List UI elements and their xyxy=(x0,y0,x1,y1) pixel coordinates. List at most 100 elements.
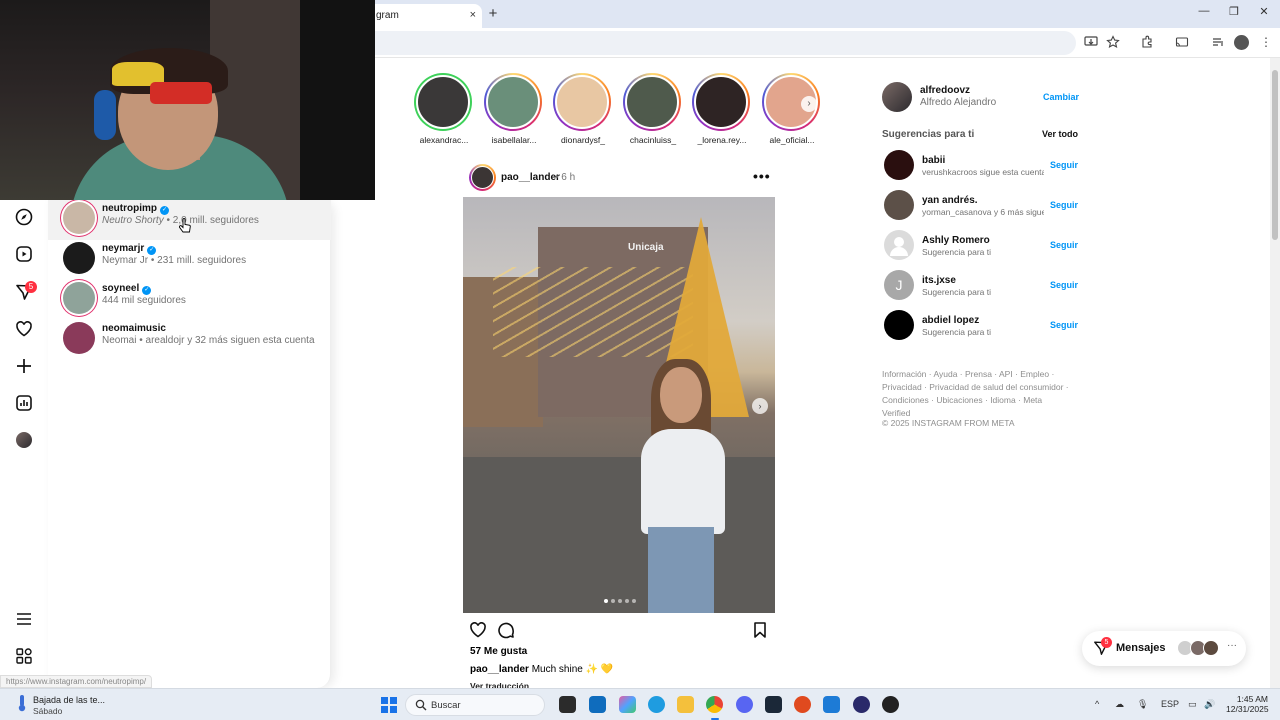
current-account-username[interactable]: alfredoovz xyxy=(920,85,970,96)
story-item[interactable]: alexandrac... xyxy=(414,73,474,145)
search-result-soyneel[interactable]: soyneel ✓ 444 mil seguidores xyxy=(48,280,331,320)
minimize-icon[interactable]: — xyxy=(1196,5,1212,17)
hand-cursor-icon xyxy=(179,218,191,233)
result-avatar xyxy=(63,322,95,354)
story-item[interactable]: isabellalar... xyxy=(484,73,544,145)
suggestion-avatar[interactable] xyxy=(884,310,914,340)
bookmark-star-icon[interactable] xyxy=(1105,35,1121,49)
result-username: neutropimp ✓ xyxy=(102,203,169,215)
obs-app-icon[interactable] xyxy=(853,696,870,713)
vscode-app-icon[interactable] xyxy=(823,696,840,713)
profile-avatar[interactable] xyxy=(16,432,32,448)
like-heart-icon[interactable] xyxy=(469,621,487,639)
result-subtitle: Neymar Jr • 231 mill. seguidores xyxy=(102,255,247,266)
notifications-heart-icon[interactable] xyxy=(14,319,34,339)
follow-button[interactable]: Seguir xyxy=(1050,240,1078,250)
suggestion-username[interactable]: Ashly Romero xyxy=(922,235,990,246)
suggestion-avatar[interactable] xyxy=(884,230,914,260)
discord-app-icon[interactable] xyxy=(736,696,753,713)
post-more-options-icon[interactable]: ••• xyxy=(753,168,771,184)
post-author-username[interactable]: pao__lander xyxy=(501,172,560,183)
address-bar[interactable] xyxy=(360,31,1076,55)
edge-app-icon[interactable] xyxy=(648,696,665,713)
story-item[interactable]: chacinluiss_ xyxy=(623,73,683,145)
carousel-dot xyxy=(618,599,622,603)
result-subtitle: Neomai • arealdojr y 32 más siguen esta … xyxy=(102,335,315,346)
suggestion-username[interactable]: its.jxse xyxy=(922,275,956,286)
extensions-icon[interactable] xyxy=(1139,35,1155,49)
menu-icon[interactable] xyxy=(14,609,34,629)
new-tab-button[interactable]: + xyxy=(486,5,500,22)
dashboard-icon[interactable] xyxy=(14,393,34,413)
steam-app-icon[interactable] xyxy=(765,696,782,713)
onedrive-icon[interactable]: ☁ xyxy=(1115,699,1124,710)
chrome-app-icon[interactable] xyxy=(706,696,723,713)
stories-next-chevron-icon[interactable]: › xyxy=(801,96,817,112)
follow-button[interactable]: Seguir xyxy=(1050,280,1078,290)
file-explorer-icon[interactable] xyxy=(677,696,694,713)
follow-button[interactable]: Seguir xyxy=(1050,160,1078,170)
browser-menu-icon[interactable]: ⋮ xyxy=(1258,35,1274,49)
tray-chevron-icon[interactable]: ^ xyxy=(1095,699,1099,709)
follow-button[interactable]: Seguir xyxy=(1050,200,1078,210)
see-all-suggestions-link[interactable]: Ver todo xyxy=(1042,129,1078,139)
taskbar-search[interactable]: Buscar xyxy=(405,694,545,716)
close-window-icon[interactable]: ✕ xyxy=(1256,5,1272,18)
reels-icon[interactable] xyxy=(14,244,34,264)
weather-title[interactable]: Bajada de las te... xyxy=(33,695,105,705)
messages-button[interactable]: 5 Mensajes ··· xyxy=(1082,631,1246,666)
result-subtitle: 444 mil seguidores xyxy=(102,295,186,306)
follow-button[interactable]: Seguir xyxy=(1050,320,1078,330)
scrollbar-thumb[interactable] xyxy=(1272,70,1278,240)
save-bookmark-icon[interactable] xyxy=(751,621,769,639)
story-item[interactable]: _lorena.rey... xyxy=(692,73,752,145)
suggestion-avatar[interactable] xyxy=(884,190,914,220)
suggestion-avatar[interactable]: J xyxy=(884,270,914,300)
comment-icon[interactable] xyxy=(497,621,515,639)
browser-tab-instagram[interactable]: gram × xyxy=(360,4,482,28)
copilot-app-icon[interactable] xyxy=(619,696,636,713)
media-control-icon[interactable] xyxy=(1210,35,1226,49)
post-likes-count[interactable]: 57 Me gusta xyxy=(470,646,527,657)
story-label: chacinluiss_ xyxy=(629,135,677,145)
suggestion-item: babii verushkacroos sigue esta cuenta Se… xyxy=(884,150,1078,182)
switch-account-link[interactable]: Cambiar xyxy=(1043,92,1079,102)
explore-icon[interactable] xyxy=(14,207,34,227)
app-icon[interactable] xyxy=(882,696,899,713)
post-author-avatar[interactable] xyxy=(469,164,496,191)
page-scrollbar[interactable] xyxy=(1270,58,1280,688)
clock[interactable]: 1:45 AM 12/31/2025 xyxy=(1226,694,1269,714)
windows-start-icon[interactable] xyxy=(381,697,397,713)
caption-text: Much shine ✨ 💛 xyxy=(531,664,614,675)
post-image[interactable]: Unicaja › xyxy=(463,197,775,613)
browser-profile-avatar[interactable] xyxy=(1234,35,1249,50)
verified-badge-icon: ✓ xyxy=(160,206,169,215)
language-indicator[interactable]: ESP xyxy=(1161,699,1179,709)
network-icon[interactable]: ▭ xyxy=(1188,699,1197,710)
create-plus-icon[interactable] xyxy=(14,356,34,376)
story-item[interactable]: dionardysf_ xyxy=(553,73,613,145)
footer-links[interactable]: Información · Ayuda · Prensa · API · Emp… xyxy=(882,368,1072,420)
weather-thermometer-icon[interactable] xyxy=(14,694,30,712)
volume-icon[interactable]: 🔊 xyxy=(1204,699,1215,710)
current-account-avatar[interactable] xyxy=(882,82,912,112)
suggestion-username[interactable]: abdiel lopez xyxy=(922,315,979,326)
suggestion-username[interactable]: babii xyxy=(922,155,945,166)
suggestion-avatar[interactable] xyxy=(884,150,914,180)
suggestion-username[interactable]: yan andrés. xyxy=(922,195,978,206)
caption-username[interactable]: pao__lander xyxy=(470,664,529,675)
ea-app-icon[interactable] xyxy=(794,696,811,713)
messages-badge: 5 xyxy=(1101,637,1112,648)
terminal-app-icon[interactable] xyxy=(559,696,576,713)
outlook-app-icon[interactable] xyxy=(589,696,606,713)
current-account: alfredoovz Alfredo Alejandro Cambiar xyxy=(882,82,1079,114)
also-from-meta-icon[interactable] xyxy=(14,646,34,666)
search-result-neymarjr[interactable]: neymarjr ✓ Neymar Jr • 231 mill. seguidor… xyxy=(48,240,331,280)
carousel-next-chevron-icon[interactable]: › xyxy=(752,398,768,414)
close-tab-icon[interactable]: × xyxy=(470,9,476,21)
install-app-icon[interactable] xyxy=(1083,35,1099,49)
cast-icon[interactable] xyxy=(1174,35,1190,49)
restore-icon[interactable]: ❐ xyxy=(1226,5,1242,18)
search-result-neomaimusic[interactable]: neomaimusic Neomai • arealdojr y 32 más … xyxy=(48,320,331,360)
microphone-icon[interactable]: 🎙 xyxy=(1137,699,1148,710)
